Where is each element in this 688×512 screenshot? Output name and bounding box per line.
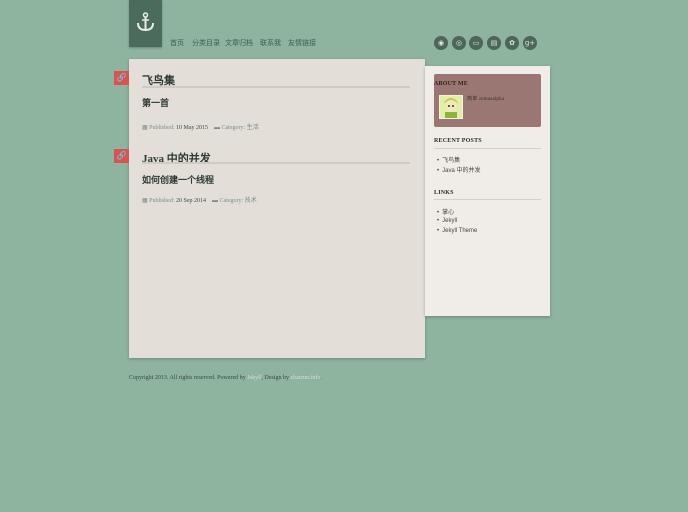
post-divider [142, 86, 410, 88]
designer-link[interactable]: zhanzm.info [291, 375, 321, 381]
friend-link[interactable]: Jekyll [437, 218, 457, 224]
design-text: , Design by [261, 375, 291, 381]
friend-link[interactable]: Jekyll Theme [437, 228, 477, 234]
recent-post-link[interactable]: Java 中的并发 [437, 165, 480, 174]
post-divider [142, 162, 410, 164]
weibo-icon[interactable]: ◎ [452, 36, 466, 50]
footer: Copyright 2013. All rights reserved. Pow… [129, 375, 322, 381]
post-meta: ▦ Published: 20 Sep 2014 ▬ Category: 技术 [142, 195, 257, 204]
douban-icon[interactable]: ▭ [469, 36, 483, 50]
category-link[interactable]: 技术 [245, 198, 257, 204]
main-content [129, 59, 425, 358]
about-text: 简单 zemasalpha [467, 97, 505, 102]
published-date: 10 May 2015 [176, 125, 209, 131]
about-heading: ABOUT ME [434, 81, 468, 87]
calendar-icon: ▦ [142, 125, 148, 131]
nav-contact[interactable]: 联系我 [260, 38, 281, 48]
printer-icon[interactable]: ▤ [487, 36, 501, 50]
google-plus-icon[interactable]: g+ [523, 36, 537, 50]
nav-categories[interactable]: 分类目录 [192, 38, 220, 48]
nav-links[interactable]: 友情链接 [288, 38, 316, 48]
links-divider [434, 199, 541, 200]
site-logo[interactable] [129, 0, 162, 47]
recent-posts-heading: RECENT POSTS [434, 138, 482, 144]
calendar-icon: ▦ [142, 198, 148, 204]
nav-archive[interactable]: 文章归档 [225, 38, 253, 48]
category-label: Category: [221, 125, 246, 131]
rss-icon[interactable]: ◉ [434, 36, 448, 50]
post-subtitle: 第一首 [142, 98, 170, 108]
recent-divider [434, 148, 541, 149]
anchor-icon [137, 12, 154, 32]
jekyll-link[interactable]: Jekyll [247, 375, 261, 381]
published-label: Published: [149, 198, 175, 204]
nav-home[interactable]: 首页 [170, 38, 184, 48]
published-label: Published: [149, 125, 175, 131]
category-link[interactable]: 生活 [247, 125, 259, 131]
recent-post-link[interactable]: 飞鸟集 [437, 155, 460, 164]
footer-end: . [320, 375, 322, 381]
post-subtitle: 如何创建一个线程 [142, 175, 215, 185]
copyright-text: Copyright 2013. All rights reserved. Pow… [129, 375, 248, 381]
folder-icon: ▬ [212, 198, 219, 204]
post-meta: ▦ Published: 10 May 2015 ▬ Category: 生活 [142, 122, 259, 131]
published-date: 20 Sep 2014 [176, 198, 207, 204]
friend-link[interactable]: 掌心 [437, 207, 454, 216]
folder-icon: ▬ [214, 125, 221, 131]
category-label: Category: [219, 198, 244, 204]
link-icon[interactable]: 🔗 [114, 71, 129, 85]
link-icon[interactable]: 🔗 [114, 149, 129, 163]
avatar [439, 95, 463, 119]
twitter-icon[interactable]: ✿ [505, 36, 519, 50]
links-heading: LINKS [434, 190, 454, 196]
